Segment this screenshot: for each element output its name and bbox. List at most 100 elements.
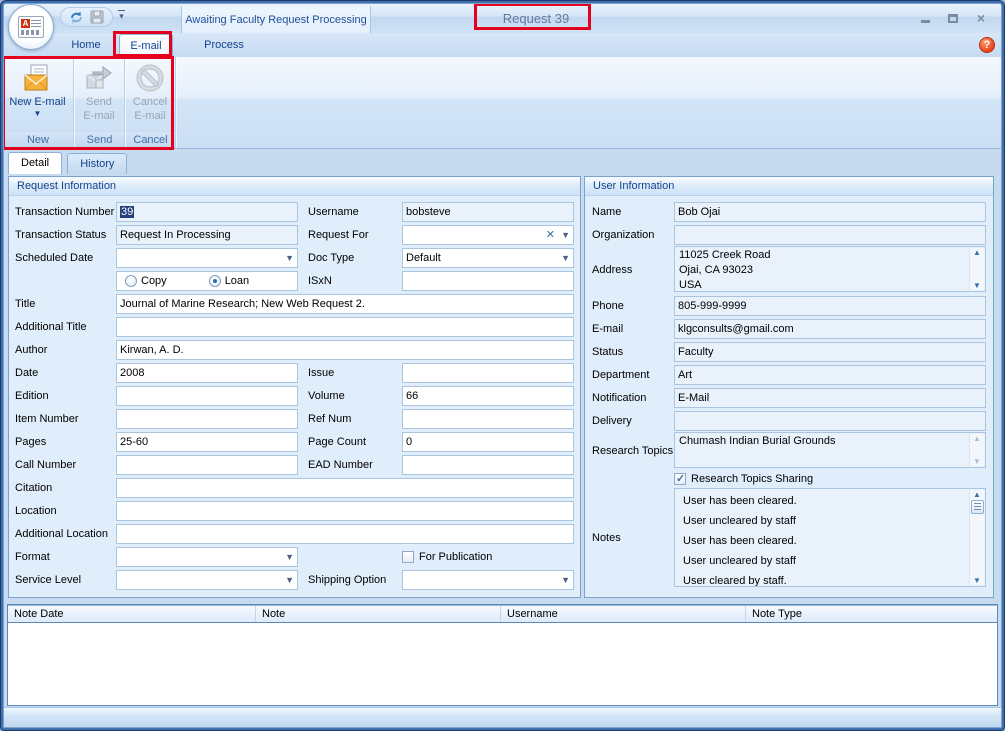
- ead-number-label: EAD Number: [308, 459, 402, 471]
- chevron-down-icon[interactable]: ▼: [285, 575, 294, 585]
- minimize-button[interactable]: [916, 11, 934, 25]
- doc-type-dropdown[interactable]: Default▼: [402, 248, 574, 268]
- page-count-field[interactable]: 0: [402, 432, 574, 452]
- volume-field[interactable]: 66: [402, 386, 574, 406]
- ref-num-field[interactable]: [402, 409, 574, 429]
- address-field[interactable]: 11025 Creek Road Ojai, CA 93023 USA ▲ ▼: [674, 246, 986, 292]
- department-field[interactable]: Art: [674, 365, 986, 385]
- clear-icon[interactable]: ✕: [546, 228, 555, 242]
- ead-number-field[interactable]: [402, 455, 574, 475]
- chevron-down-icon[interactable]: ▼: [561, 230, 570, 240]
- chevron-down-icon[interactable]: ▼: [285, 253, 294, 263]
- email-label: E-mail: [592, 323, 674, 335]
- application-window: Awaiting Faculty Request Processing Requ…: [0, 0, 1005, 731]
- new-email-dropdown-icon: ▼: [34, 110, 42, 118]
- item-number-field[interactable]: [116, 409, 298, 429]
- author-field[interactable]: Kirwan, A. D.: [116, 340, 574, 360]
- date-label: Date: [15, 367, 116, 379]
- ribbon-group-send: Send E-mail Send: [75, 57, 125, 148]
- context-title: Awaiting Faculty Request Processing: [182, 6, 370, 34]
- user-information-header: User Information: [585, 177, 993, 196]
- research-topics-scrollbar[interactable]: ▲ ▼: [969, 434, 984, 466]
- refresh-icon[interactable]: [69, 10, 84, 25]
- column-header-note-type[interactable]: Note Type: [746, 606, 997, 622]
- send-email-button[interactable]: Send E-mail: [77, 59, 121, 129]
- scroll-up-icon[interactable]: ▲: [973, 248, 981, 257]
- isxn-label: ISxN: [308, 275, 402, 287]
- transaction-number-field[interactable]: 39: [116, 202, 298, 222]
- notes-table-body[interactable]: [8, 623, 997, 705]
- notes-field[interactable]: User has been cleared. User uncleared by…: [674, 488, 986, 587]
- scroll-down-icon[interactable]: ▼: [973, 281, 981, 290]
- column-header-username[interactable]: Username: [501, 606, 746, 622]
- scroll-down-icon[interactable]: ▼: [973, 457, 981, 466]
- citation-field[interactable]: [116, 478, 574, 498]
- cancel-email-label-line2: E-mail: [134, 110, 165, 123]
- checkbox-icon: [674, 473, 686, 485]
- status-field[interactable]: Faculty: [674, 342, 986, 362]
- tab-email[interactable]: E-mail: [119, 34, 173, 57]
- request-for-dropdown[interactable]: ✕▼: [402, 225, 574, 245]
- tab-home[interactable]: Home: [56, 34, 116, 57]
- phone-field[interactable]: 805-999-9999: [674, 296, 986, 316]
- help-button[interactable]: ?: [979, 37, 995, 53]
- call-number-field[interactable]: [116, 455, 298, 475]
- tab-history[interactable]: History: [67, 153, 127, 174]
- service-level-label: Service Level: [15, 574, 116, 586]
- notes-label: Notes: [592, 532, 674, 544]
- cancel-email-button[interactable]: Cancel E-mail: [128, 59, 172, 129]
- delivery-field[interactable]: [674, 411, 986, 431]
- group-label-new: New: [3, 131, 73, 148]
- transaction-status-field[interactable]: Request In Processing: [116, 225, 298, 245]
- additional-location-field[interactable]: [116, 524, 574, 544]
- close-button[interactable]: ×: [972, 11, 990, 25]
- department-label: Department: [592, 369, 674, 381]
- service-level-dropdown[interactable]: ▼: [116, 570, 298, 590]
- application-menu-button[interactable]: A: [8, 4, 54, 50]
- username-field[interactable]: bobsteve: [402, 202, 574, 222]
- chevron-down-icon[interactable]: ▼: [561, 575, 570, 585]
- isxn-field[interactable]: [402, 271, 574, 291]
- cancel-email-label-line1: Cancel: [133, 96, 167, 109]
- scrollbar-thumb[interactable]: [971, 500, 984, 514]
- scroll-up-icon[interactable]: ▲: [973, 434, 981, 443]
- scroll-down-icon[interactable]: ▼: [973, 576, 981, 585]
- organization-field[interactable]: [674, 225, 986, 245]
- customize-toolbar-dropdown-icon[interactable]: ▾: [118, 10, 125, 21]
- notes-scrollbar[interactable]: ▲ ▼: [969, 490, 984, 585]
- location-field[interactable]: [116, 501, 574, 521]
- chevron-down-icon[interactable]: ▼: [285, 552, 294, 562]
- format-dropdown[interactable]: ▼: [116, 547, 298, 567]
- app-logo-icon: A: [18, 16, 44, 38]
- scheduled-date-dropdown[interactable]: ▼: [116, 248, 298, 268]
- pages-field[interactable]: 25-60: [116, 432, 298, 452]
- name-field[interactable]: Bob Ojai: [674, 202, 986, 222]
- title-field[interactable]: Journal of Marine Research; New Web Requ…: [116, 294, 574, 314]
- notification-field[interactable]: E-Mail: [674, 388, 986, 408]
- address-scrollbar[interactable]: ▲ ▼: [969, 248, 984, 290]
- edition-field[interactable]: [116, 386, 298, 406]
- column-header-note[interactable]: Note: [256, 606, 501, 622]
- maximize-icon: [948, 14, 958, 23]
- research-topics-field[interactable]: Chumash Indian Burial Grounds ▲ ▼: [674, 432, 986, 468]
- send-email-label-line2: E-mail: [83, 110, 114, 123]
- new-email-label: New E-mail: [9, 96, 65, 109]
- email-field[interactable]: klgconsults@gmail.com: [674, 319, 986, 339]
- column-header-note-date[interactable]: Note Date: [8, 606, 256, 622]
- for-publication-checkbox[interactable]: For Publication: [402, 551, 574, 563]
- tab-process[interactable]: Process: [192, 34, 256, 57]
- issue-field[interactable]: [402, 363, 574, 383]
- tab-detail[interactable]: Detail: [8, 152, 62, 174]
- chevron-down-icon[interactable]: ▼: [561, 253, 570, 263]
- scroll-up-icon[interactable]: ▲: [973, 490, 981, 499]
- item-number-label: Item Number: [15, 413, 116, 425]
- shipping-option-dropdown[interactable]: ▼: [402, 570, 574, 590]
- research-topics-sharing-checkbox[interactable]: Research Topics Sharing: [674, 473, 986, 485]
- save-icon[interactable]: [90, 10, 104, 24]
- copy-radio[interactable]: Copy: [125, 275, 167, 287]
- additional-title-field[interactable]: [116, 317, 574, 337]
- new-email-button[interactable]: New E-mail ▼: [5, 59, 70, 129]
- maximize-button[interactable]: [944, 11, 962, 25]
- loan-radio[interactable]: Loan: [209, 275, 249, 287]
- date-field[interactable]: 2008: [116, 363, 298, 383]
